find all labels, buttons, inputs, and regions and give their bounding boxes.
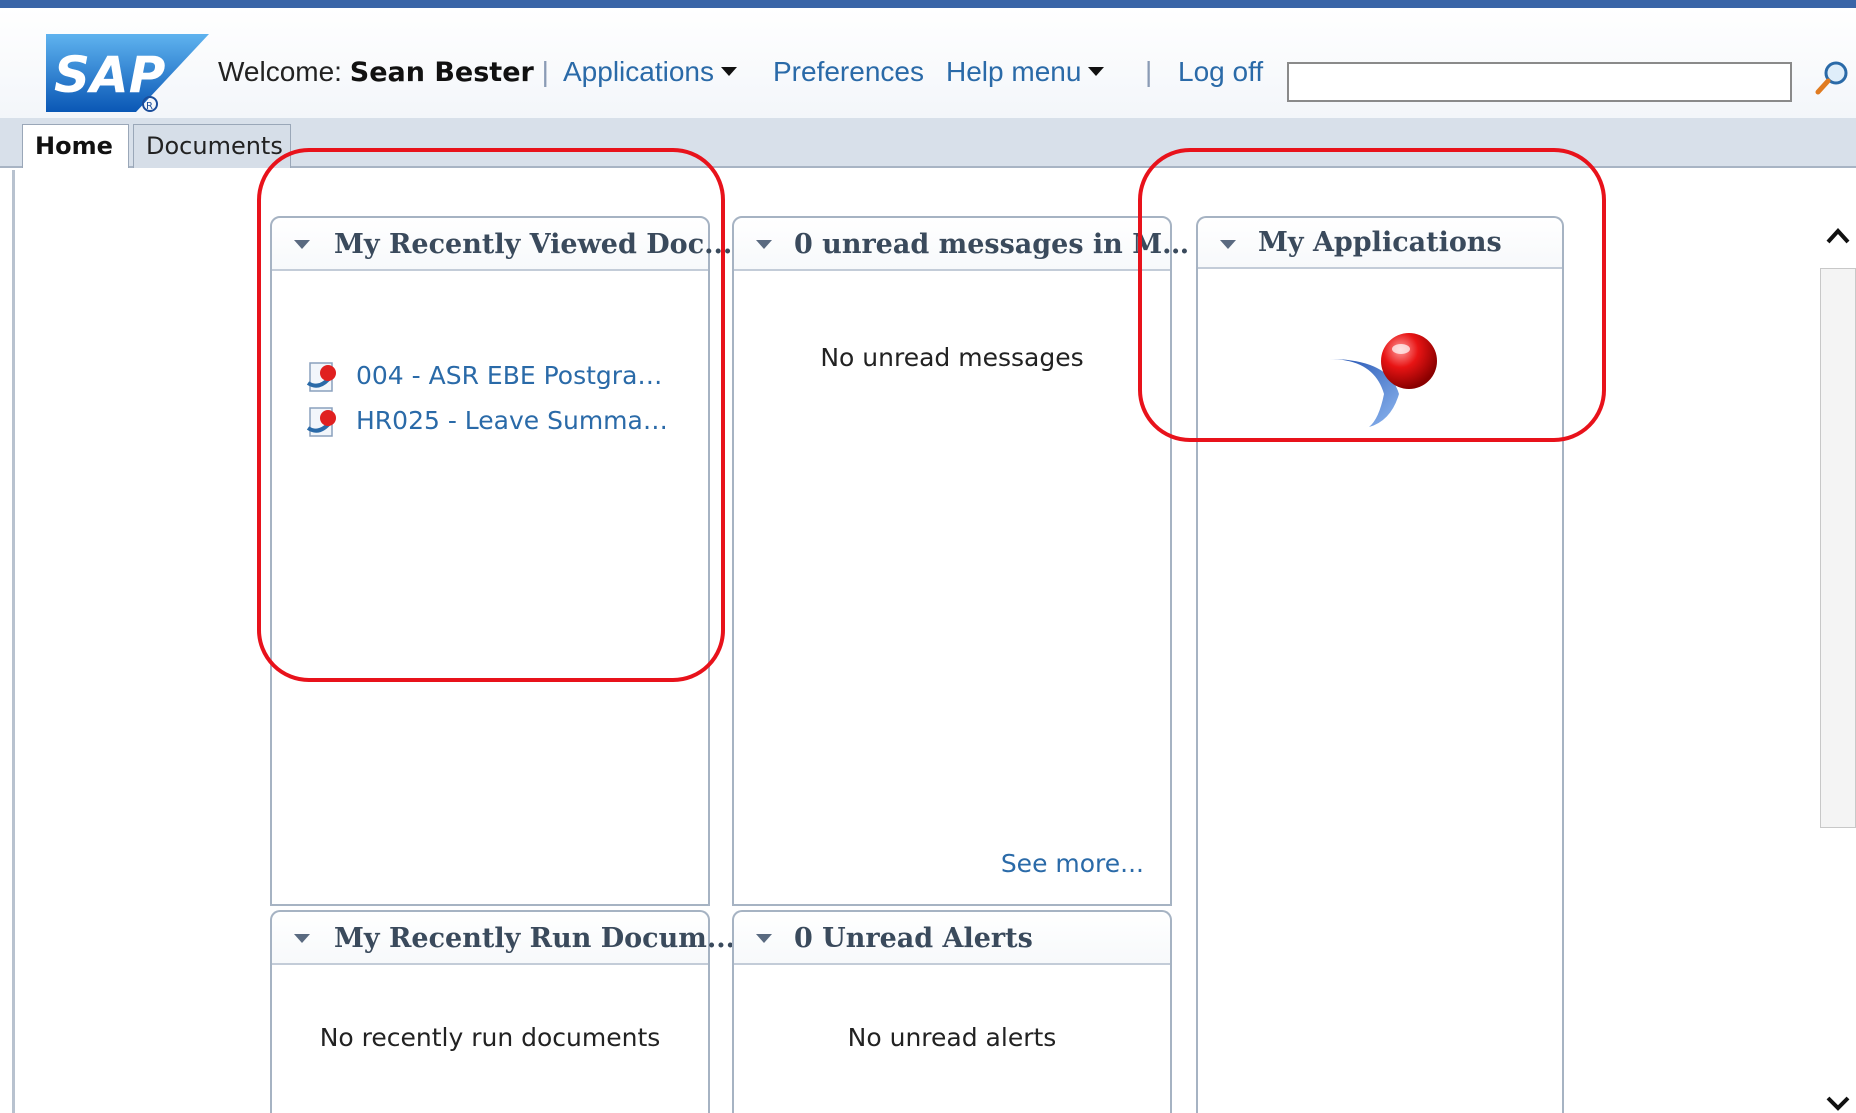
panel-alerts: 0 Unread Alerts No unread alerts: [732, 910, 1172, 1113]
logoff-link[interactable]: Log off: [1178, 56, 1263, 88]
help-menu[interactable]: Help menu: [946, 56, 1105, 88]
chevron-down-icon: [720, 67, 737, 77]
top-accent-bar: [0, 0, 1856, 8]
search-icon[interactable]: [1812, 58, 1852, 98]
separator: |: [541, 56, 549, 87]
panel-messages: 0 unread messages in M… No unread messag…: [732, 216, 1189, 906]
search-input[interactable]: [1287, 62, 1792, 102]
separator: |: [1145, 56, 1153, 87]
preferences-link[interactable]: Preferences: [773, 56, 924, 88]
collapse-icon[interactable]: [756, 934, 772, 943]
collapse-icon[interactable]: [756, 240, 772, 249]
svg-text:R: R: [146, 101, 153, 112]
empty-message: No unread alerts: [847, 1023, 1057, 1052]
app-header: SAP R Welcome: Sean Bester | Application…: [0, 8, 1856, 118]
empty-message: No recently run documents: [319, 1023, 661, 1052]
collapse-icon[interactable]: [294, 934, 310, 943]
highlight-annotation: [1138, 148, 1606, 442]
panel-header: 0 unread messages in M…: [734, 218, 1189, 271]
scroll-down-icon[interactable]: [1824, 1092, 1852, 1113]
welcome-text: Welcome: Sean Bester |: [218, 56, 549, 89]
help-menu-label: Help menu: [946, 56, 1082, 87]
svg-text:SAP: SAP: [54, 46, 165, 104]
highlight-annotation: [257, 148, 725, 682]
panel-header: 0 Unread Alerts: [734, 912, 1170, 965]
chevron-down-icon: [1088, 67, 1105, 77]
scrollbar-thumb[interactable]: [1820, 268, 1856, 828]
panel-title: 0 unread messages in M…: [794, 229, 1190, 260]
panel-title: 0 Unread Alerts: [794, 923, 1033, 954]
scroll-up-icon[interactable]: [1824, 222, 1852, 250]
applications-label: Applications: [563, 56, 714, 87]
tab-documents[interactable]: Documents: [133, 124, 291, 168]
empty-message: No unread messages: [820, 343, 1084, 372]
panel-recently-run: My Recently Run Docum... No recently run…: [270, 910, 735, 1113]
sap-logo: SAP R: [46, 34, 209, 112]
applications-menu[interactable]: Applications: [563, 56, 737, 88]
tab-home[interactable]: Home: [22, 124, 129, 168]
see-more-link[interactable]: See more...: [1001, 849, 1144, 878]
panel-header: My Recently Run Docum...: [272, 912, 735, 965]
welcome-label: Welcome:: [218, 56, 342, 87]
user-name: Sean Bester: [349, 57, 534, 88]
panel-title: My Recently Run Docum...: [334, 923, 736, 954]
